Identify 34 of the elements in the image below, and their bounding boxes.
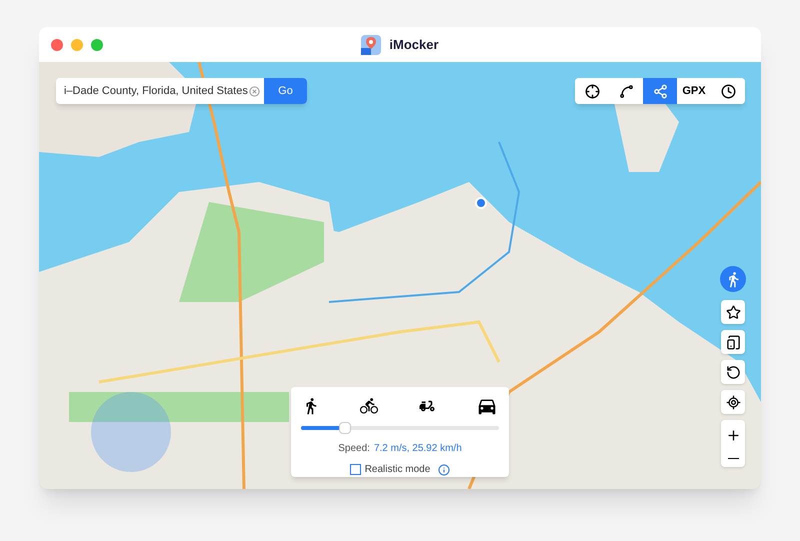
crosshair-button[interactable] — [575, 78, 609, 104]
app-logo-icon — [361, 34, 382, 54]
route-icon — [618, 84, 634, 98]
clock-icon — [720, 84, 736, 98]
realistic-mode-label: Realistic mode — [364, 463, 430, 477]
star-icon — [726, 304, 740, 320]
minus-icon — [728, 458, 738, 460]
devices-button[interactable] — [721, 330, 745, 354]
window-title: iMocker — [389, 36, 439, 54]
route-button[interactable] — [609, 78, 643, 104]
close-window-button[interactable] — [51, 38, 63, 50]
locate-button[interactable] — [721, 390, 745, 414]
crosshair-icon — [584, 84, 600, 98]
reset-icon — [726, 364, 740, 380]
go-button[interactable]: Go — [264, 78, 307, 104]
speed-value: 7.2 m/s, 25.92 km/h — [374, 442, 462, 456]
share-button[interactable] — [643, 78, 677, 104]
plus-icon — [726, 428, 740, 443]
locate-icon — [726, 394, 740, 410]
star-button[interactable] — [721, 300, 745, 324]
info-icon[interactable] — [438, 464, 450, 476]
clear-icon[interactable] — [249, 86, 260, 96]
bike-button[interactable] — [360, 397, 378, 415]
gpx-button[interactable]: GPX — [677, 78, 711, 104]
realistic-mode-checkbox[interactable] — [350, 464, 361, 475]
clock-button[interactable] — [711, 78, 745, 104]
share-icon — [652, 84, 668, 98]
speed-label: Speed: — [338, 442, 370, 456]
devices-icon — [726, 334, 740, 350]
zoom-in-button[interactable] — [726, 428, 740, 443]
bike-icon — [360, 397, 378, 415]
reset-button[interactable] — [721, 360, 745, 384]
speed-slider-handle[interactable] — [338, 422, 351, 434]
search-field[interactable]: i–Dade County, Florida, United States — [56, 78, 264, 104]
